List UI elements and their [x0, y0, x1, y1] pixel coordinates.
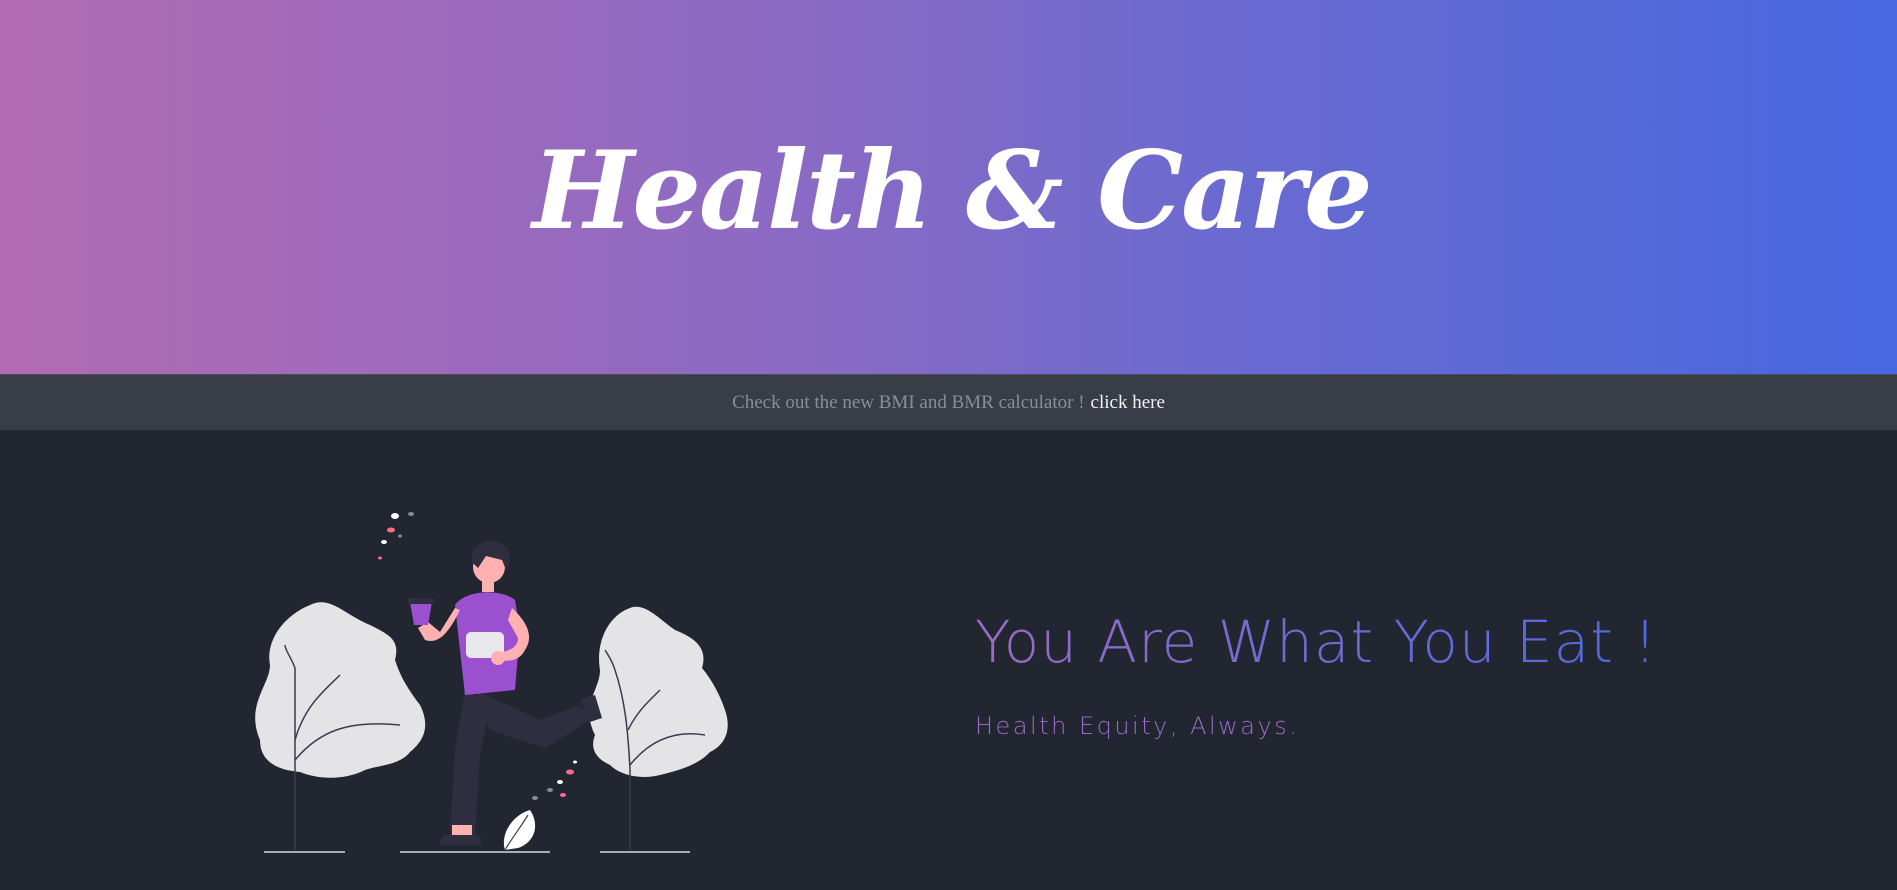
- running-person-illustration: [255, 512, 728, 853]
- subtagline-text: Health Equity, Always.: [975, 712, 1300, 740]
- announcement-text: Check out the new BMI and BMR calculator…: [732, 391, 1085, 413]
- left-tree-icon: [255, 602, 426, 853]
- right-tree-icon: [589, 606, 728, 853]
- calculator-link[interactable]: click here: [1091, 392, 1165, 414]
- runner-icon: [408, 540, 602, 845]
- main-section: You Are What You Eat ! Health Equity, Al…: [0, 430, 1897, 886]
- leaf-icon: [503, 810, 536, 851]
- hero-banner: Health & Care: [0, 0, 1897, 374]
- site-title: Health & Care: [532, 128, 1372, 254]
- tagline-heading: You Are What You Eat !: [975, 608, 1658, 676]
- announcement-bar: Check out the new BMI and BMR calculator…: [0, 374, 1897, 430]
